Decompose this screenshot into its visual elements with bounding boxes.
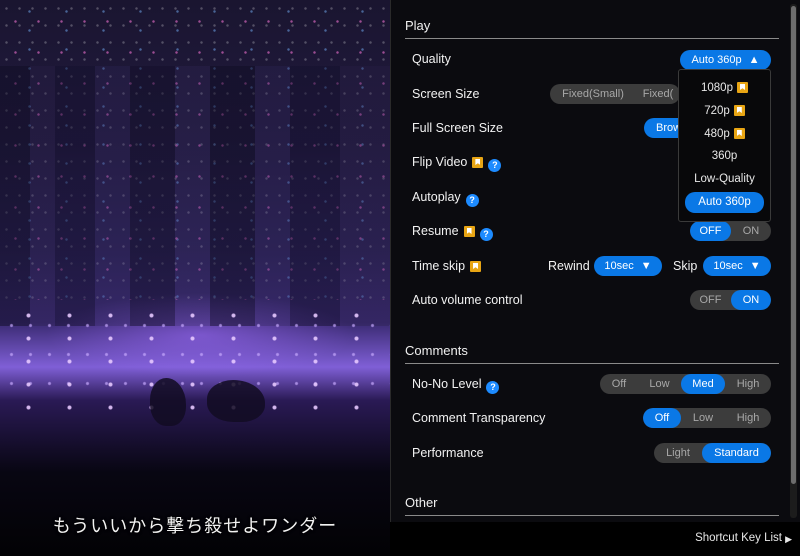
resume-on-option[interactable]: ON bbox=[731, 221, 771, 241]
silhouette-figure bbox=[207, 380, 265, 422]
performance-toggle: Light Standard bbox=[654, 443, 771, 463]
scrollbar-thumb[interactable] bbox=[791, 6, 796, 484]
no-no-level-option-med[interactable]: Med bbox=[681, 374, 725, 394]
performance-label: Performance bbox=[412, 446, 484, 460]
city-skyline bbox=[0, 66, 390, 326]
transparency-option-low[interactable]: Low bbox=[681, 408, 725, 428]
settings-panel: Play Quality Auto 360p ▲ Screen Size Fix… bbox=[390, 0, 800, 522]
skip-select[interactable]: 10sec ▼ bbox=[703, 256, 771, 276]
quality-option-low-quality[interactable]: Low-Quality bbox=[679, 173, 770, 185]
quality-option-label: 720p bbox=[704, 105, 730, 117]
no-no-level-toggle: Off Low Med High bbox=[600, 374, 771, 394]
auto-volume-toggle: OFF ON bbox=[690, 290, 771, 310]
rewind-select[interactable]: 10sec ▼ bbox=[594, 256, 662, 276]
time-skip-text: Time skip bbox=[412, 259, 466, 273]
auto-volume-label: Auto volume control bbox=[412, 293, 523, 307]
help-icon[interactable]: ? bbox=[479, 228, 493, 241]
no-no-level-option-off[interactable]: Off bbox=[600, 374, 638, 394]
premium-bookmark-icon bbox=[472, 157, 484, 168]
quality-value: Auto 360p bbox=[691, 54, 742, 66]
premium-bookmark-icon bbox=[736, 82, 748, 93]
quality-option-auto[interactable]: Auto 360p bbox=[685, 192, 764, 213]
help-icon[interactable]: ? bbox=[486, 381, 500, 394]
quality-option-720p[interactable]: 720p bbox=[679, 105, 770, 117]
help-icon[interactable]: ? bbox=[465, 194, 479, 207]
skip-label: Skip bbox=[673, 259, 698, 273]
triangle-down-icon: ▼ bbox=[640, 260, 652, 272]
video-subtitle: もういいから撃ち殺せよワンダー bbox=[52, 516, 338, 537]
full-screen-size-label: Full Screen Size bbox=[412, 121, 504, 135]
shortcut-key-list-link[interactable]: Shortcut Key List bbox=[695, 532, 782, 544]
resume-label: Resume? bbox=[412, 224, 493, 241]
skip-value: 10sec bbox=[713, 260, 743, 272]
auto-volume-off-option[interactable]: OFF bbox=[690, 290, 731, 310]
quality-option-label: 480p bbox=[704, 128, 730, 140]
autoplay-label: Autoplay? bbox=[412, 190, 479, 207]
video-player[interactable]: もういいから撃ち殺せよワンダー bbox=[0, 0, 390, 556]
screen-size-option[interactable]: Fixed(Small) bbox=[550, 84, 636, 104]
resume-toggle: OFF ON bbox=[690, 221, 771, 241]
resume-off-option[interactable]: OFF bbox=[690, 221, 731, 241]
premium-bookmark-icon bbox=[470, 261, 482, 272]
flip-video-text: Flip Video bbox=[412, 155, 468, 169]
performance-option-standard[interactable]: Standard bbox=[702, 443, 771, 463]
rewind-value: 10sec bbox=[604, 260, 634, 272]
flip-video-label: Flip Video? bbox=[412, 155, 502, 172]
comment-transparency-toggle: Off Low High bbox=[643, 408, 771, 428]
autoplay-text: Autoplay bbox=[412, 190, 461, 204]
comment-transparency-label: Comment Transparency bbox=[412, 411, 546, 425]
screen-size-option[interactable]: Fixed( bbox=[636, 84, 680, 104]
screen-size-toggle: Fixed(Small) Fixed( bbox=[550, 84, 680, 104]
settings-scroll-area: Play Quality Auto 360p ▲ Screen Size Fix… bbox=[391, 0, 785, 522]
quality-option-480p[interactable]: 480p bbox=[679, 128, 770, 140]
bokeh-lights bbox=[0, 300, 390, 410]
no-no-level-text: No-No Level bbox=[412, 377, 482, 391]
premium-bookmark-icon bbox=[463, 226, 475, 237]
performance-option-light[interactable]: Light bbox=[654, 443, 702, 463]
premium-bookmark-icon bbox=[733, 128, 745, 139]
quality-dropdown-menu: 1080p 720p 480p 360p Low-Quality Auto 36… bbox=[678, 69, 771, 222]
chevron-right-icon[interactable]: ▶ bbox=[785, 534, 792, 545]
quality-option-1080p[interactable]: 1080p bbox=[679, 82, 770, 94]
rewind-label: Rewind bbox=[548, 259, 590, 273]
time-skip-label: Time skip bbox=[412, 259, 482, 273]
triangle-up-icon: ▲ bbox=[748, 54, 760, 66]
screen-size-label: Screen Size bbox=[412, 87, 480, 101]
quality-label: Quality bbox=[412, 52, 451, 66]
section-title-other: Other bbox=[405, 495, 779, 516]
triangle-down-icon: ▼ bbox=[749, 260, 761, 272]
quality-dropdown[interactable]: Auto 360p ▲ bbox=[680, 50, 771, 70]
no-no-level-option-low[interactable]: Low bbox=[638, 374, 681, 394]
section-title-play: Play bbox=[405, 18, 779, 39]
help-icon[interactable]: ? bbox=[488, 159, 502, 172]
transparency-option-high[interactable]: High bbox=[725, 408, 771, 428]
quality-option-label: 1080p bbox=[701, 82, 733, 94]
settings-footer: Shortcut Key List ▶ bbox=[390, 522, 800, 556]
auto-volume-on-option[interactable]: ON bbox=[731, 290, 771, 310]
no-no-level-label: No-No Level? bbox=[412, 377, 500, 394]
transparency-option-off[interactable]: Off bbox=[643, 408, 681, 428]
no-no-level-option-high[interactable]: High bbox=[725, 374, 771, 394]
section-title-comments: Comments bbox=[405, 343, 779, 364]
resume-text: Resume bbox=[412, 224, 459, 238]
premium-bookmark-icon bbox=[733, 105, 745, 116]
settings-scrollbar[interactable] bbox=[790, 4, 797, 518]
quality-option-360p[interactable]: 360p bbox=[679, 150, 770, 162]
